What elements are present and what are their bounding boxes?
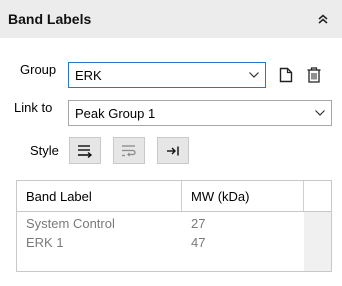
column-header-filler	[304, 181, 331, 211]
chevron-down-icon	[315, 110, 325, 116]
column-header-mw[interactable]: MW (kDa)	[182, 181, 304, 211]
style-wrap-button[interactable]	[113, 137, 145, 164]
wrap-text-icon	[122, 144, 136, 156]
link-select-value: Peak Group 1	[75, 105, 156, 121]
band-label-cell: ERK 1	[26, 235, 64, 250]
table-filler-column	[304, 212, 331, 271]
group-row: Group	[20, 62, 68, 77]
group-select[interactable]: ERK	[68, 62, 266, 88]
chevron-down-icon	[249, 72, 259, 78]
band-label-cell: System Control	[26, 216, 115, 231]
collapse-button[interactable]	[314, 10, 332, 28]
style-row: Style	[30, 137, 59, 164]
group-label: Group	[20, 62, 57, 77]
column-header-label: MW (kDa)	[191, 188, 250, 204]
panel-title: Band Labels	[8, 11, 92, 27]
trash-icon	[307, 67, 321, 83]
panel-header: Band Labels	[0, 0, 342, 38]
style-label: Style	[30, 143, 59, 158]
mw-cell: 27	[191, 216, 206, 231]
arrow-to-right-icon	[167, 146, 179, 155]
column-header-label: Band Label	[26, 188, 92, 204]
new-document-icon	[279, 67, 293, 83]
double-chevron-up-icon	[318, 14, 328, 24]
table-row[interactable]: ERK 1 47	[17, 233, 304, 252]
style-arrow-right-button[interactable]	[157, 137, 189, 164]
new-group-button[interactable]	[276, 64, 296, 86]
table-row[interactable]: System Control 27	[17, 214, 304, 233]
align-bottom-arrow-icon	[78, 144, 93, 158]
table-header: Band Label MW (kDa)	[17, 181, 331, 212]
band-label-table: Band Label MW (kDa) System Control 27 ER…	[16, 180, 332, 272]
link-select[interactable]: Peak Group 1	[68, 100, 332, 126]
delete-group-button[interactable]	[304, 64, 324, 86]
mw-cell: 47	[191, 235, 206, 250]
group-select-value: ERK	[75, 67, 102, 83]
band-labels-panel: Band Labels Group ERK Link to Peak Group…	[0, 0, 342, 286]
style-align-bottom-button[interactable]	[69, 137, 101, 164]
column-header-band-label[interactable]: Band Label	[17, 181, 182, 211]
link-label: Link to	[14, 100, 53, 115]
link-row: Link to	[14, 100, 52, 115]
